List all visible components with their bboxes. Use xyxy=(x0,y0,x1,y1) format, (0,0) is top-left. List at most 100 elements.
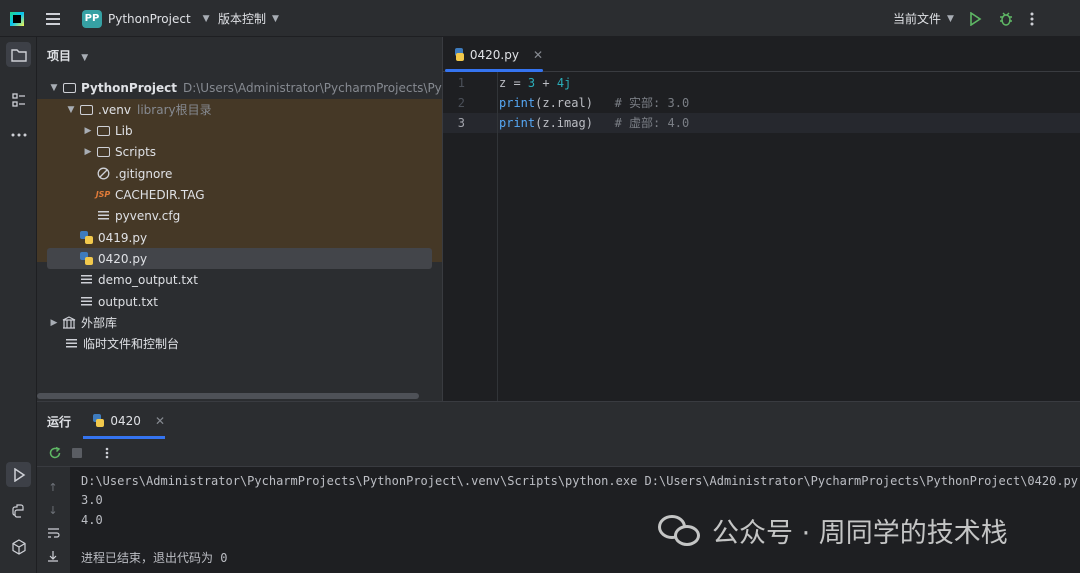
more-options-icon[interactable] xyxy=(1030,0,1042,37)
tree-item-hint: library根目录 xyxy=(137,103,212,117)
python-file-icon xyxy=(78,231,94,245)
structure-tool-icon[interactable] xyxy=(6,87,31,112)
close-icon[interactable]: ✕ xyxy=(155,414,165,428)
wechat-logo-icon xyxy=(658,513,702,547)
console-line: 3.0 xyxy=(81,493,103,507)
chevron-down-icon: ▼ xyxy=(272,13,279,24)
python-packages-icon[interactable] xyxy=(6,534,31,559)
tree-item-demo-output[interactable]: demo_output.txt xyxy=(78,269,198,290)
gutter-divider xyxy=(497,72,498,401)
more-options-icon[interactable] xyxy=(99,445,115,461)
run-panel-header: 运行 0420 ✕ xyxy=(37,402,1080,439)
vcs-menu[interactable]: 版本控制 ▼ xyxy=(218,0,279,37)
tree-item-pyvenv[interactable]: pyvenv.cfg xyxy=(95,205,180,226)
scroll-to-end-icon[interactable] xyxy=(45,548,61,564)
chevron-down-icon: ▼ xyxy=(50,82,58,93)
console-line: 4.0 xyxy=(81,513,103,527)
chevron-down-icon: ▼ xyxy=(947,13,954,24)
project-switcher[interactable]: PP PythonProject ▼ xyxy=(82,0,210,37)
project-panel: 项目 ▼ ▼ PythonProject D:\Users\Administra… xyxy=(37,37,442,401)
editor-tab-0420[interactable]: 0420.py ✕ xyxy=(443,37,543,72)
project-panel-header[interactable]: 项目 ▼ xyxy=(47,47,88,64)
stop-icon[interactable] xyxy=(69,445,85,461)
tree-item-label: .gitignore xyxy=(115,166,173,181)
code-number: 4j xyxy=(556,76,572,90)
scratches-icon xyxy=(63,337,79,351)
tree-item-cachedir[interactable]: JSP CACHEDIR.TAG xyxy=(95,184,205,205)
app-logo-icon xyxy=(10,0,28,37)
soft-wrap-icon[interactable] xyxy=(45,525,61,541)
scroll-down-icon[interactable]: ↓ xyxy=(45,502,61,518)
code-comment: # 实部: 3.0 xyxy=(592,96,690,110)
project-panel-title: 项目 xyxy=(47,49,72,63)
tree-item-venv[interactable]: ▼ .venv library根目录 xyxy=(64,99,212,120)
tree-item-scratches[interactable]: 临时文件和控制台 xyxy=(63,333,179,354)
tree-item-output[interactable]: output.txt xyxy=(78,291,158,312)
main-menu-icon[interactable] xyxy=(44,0,62,37)
run-side-toolbar: ↑ ↓ xyxy=(37,467,70,573)
chevron-down-icon: ▼ xyxy=(67,104,75,115)
debug-icon[interactable] xyxy=(998,0,1014,37)
more-tools-icon[interactable] xyxy=(6,122,31,147)
chevron-right-icon: ▶ xyxy=(84,125,92,136)
library-icon xyxy=(61,316,77,330)
tree-item-label: 0419.py xyxy=(98,230,148,245)
code-token: (z.real) xyxy=(535,96,593,110)
editor-area: 0420.py ✕ 1 2 3 z = 3 + 4j print(z.real)… xyxy=(442,37,1080,401)
project-tool-icon[interactable] xyxy=(6,42,31,67)
code-function: print xyxy=(499,96,536,110)
run-tab-label: 0420 xyxy=(110,413,141,428)
run-config-selector[interactable]: 当前文件 ▼ xyxy=(893,0,954,37)
line-number: 2 xyxy=(457,96,465,110)
code-token: + xyxy=(535,76,557,90)
close-icon[interactable]: ✕ xyxy=(533,48,543,62)
run-tab-0420[interactable]: 0420 ✕ xyxy=(83,402,165,439)
watermark-text: 公众号 · 周同学的技术栈 xyxy=(712,517,1008,549)
folder-icon xyxy=(95,145,111,159)
chevron-right-icon: ▶ xyxy=(50,317,58,328)
left-tool-strip xyxy=(0,37,37,573)
vcs-label: 版本控制 xyxy=(218,12,267,26)
tree-item-label: .venv xyxy=(98,102,132,117)
python-console-icon[interactable] xyxy=(6,498,31,523)
rerun-icon[interactable] xyxy=(47,445,63,461)
tree-item-external-libs[interactable]: ▶ 外部库 xyxy=(47,312,117,333)
run-icon[interactable] xyxy=(968,0,984,37)
run-tool-icon[interactable] xyxy=(6,462,31,487)
editor-tab-bar: 0420.py ✕ xyxy=(443,37,1080,72)
tree-item-gitignore[interactable]: .gitignore xyxy=(95,163,172,184)
folder-icon xyxy=(78,103,94,117)
tree-item-0419[interactable]: 0419.py xyxy=(78,227,147,248)
chevron-down-icon: ▼ xyxy=(81,53,89,63)
chevron-down-icon: ▼ xyxy=(202,13,210,24)
project-name: PythonProject xyxy=(108,11,191,26)
code-comment: # 虚部: 4.0 xyxy=(592,116,690,130)
tree-item-label: output.txt xyxy=(98,294,158,309)
python-file-icon xyxy=(93,414,105,427)
editor-tab-label: 0420.py xyxy=(469,47,519,62)
code-function: print xyxy=(499,116,536,130)
tree-item-0420[interactable]: 0420.py xyxy=(78,248,147,269)
console-line: D:\Users\Administrator\PycharmProjects\P… xyxy=(81,474,1078,488)
text-file-icon xyxy=(78,273,94,287)
code-line[interactable]: z = 3 + 4j xyxy=(499,73,571,93)
tree-item-scripts[interactable]: ▶ Scripts xyxy=(81,141,157,162)
run-config-label: 当前文件 xyxy=(893,12,942,26)
run-panel-title: 运行 xyxy=(47,415,72,429)
code-line[interactable]: print(z.real) # 实部: 3.0 xyxy=(499,93,689,113)
code-token: z = xyxy=(499,76,528,90)
project-badge: PP xyxy=(82,9,102,28)
horizontal-scrollbar[interactable] xyxy=(37,393,419,399)
code-line[interactable]: print(z.imag) # 虚部: 4.0 xyxy=(499,113,689,133)
tree-item-label: pyvenv.cfg xyxy=(115,208,181,223)
chevron-right-icon: ▶ xyxy=(84,146,92,157)
tree-item-root[interactable]: ▼ PythonProject D:\Users\Administrator\P… xyxy=(47,77,442,98)
line-number: 1 xyxy=(457,76,465,90)
folder-icon xyxy=(95,124,111,138)
jsp-file-icon: JSP xyxy=(95,190,111,199)
tree-item-label: demo_output.txt xyxy=(98,272,198,287)
tree-item-label: 0420.py xyxy=(98,251,148,266)
tree-item-lib[interactable]: ▶ Lib xyxy=(81,120,133,141)
tree-item-label: PythonProject xyxy=(81,80,177,95)
scroll-up-icon[interactable]: ↑ xyxy=(45,479,61,495)
